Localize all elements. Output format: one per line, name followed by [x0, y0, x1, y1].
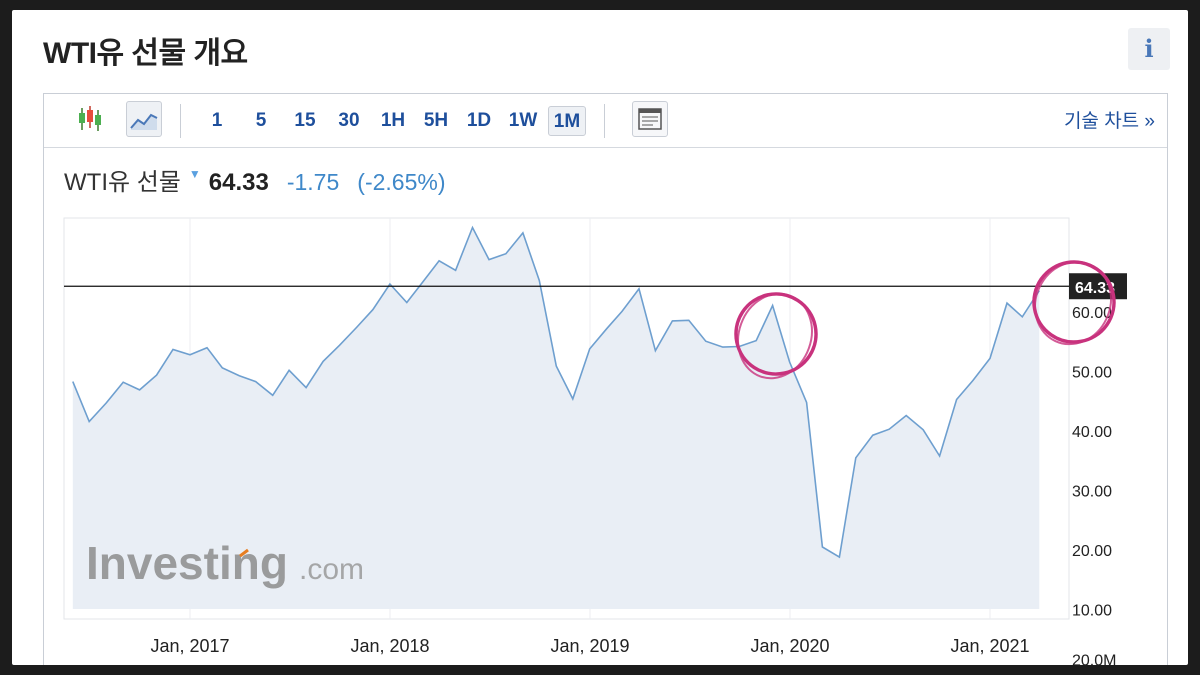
investing-watermark: Investing	[86, 537, 288, 589]
price-chart[interactable]: Investing .com64.3360.0050.0040.0030.0020…	[44, 94, 1169, 665]
y-tick-label: 10.00	[1072, 603, 1112, 620]
x-tick-label: Jan, 2018	[350, 636, 429, 656]
x-tick-label: Jan, 2019	[550, 636, 629, 656]
x-tick-label: Jan, 2017	[150, 636, 229, 656]
y-tick-label: 50.00	[1072, 365, 1112, 382]
y-tick-label: 30.00	[1072, 484, 1112, 501]
y-tick-label: 20.00	[1072, 543, 1112, 560]
investing-watermark-suffix: .com	[299, 553, 364, 586]
app-frame: WTI유 선물 개요 i 1 5 15 30 1H 5H 1D 1W 1M 기술…	[12, 10, 1188, 665]
chart-widget: 1 5 15 30 1H 5H 1D 1W 1M 기술 차트 » WTI유 선물…	[43, 93, 1168, 665]
x-tick-label: Jan, 2021	[950, 636, 1029, 656]
info-button[interactable]: i	[1128, 28, 1170, 70]
y-tick-label: 20.0M	[1072, 653, 1116, 666]
y-tick-label: 40.00	[1072, 424, 1112, 441]
x-tick-label: Jan, 2020	[750, 636, 829, 656]
page-title: WTI유 선물 개요	[43, 37, 248, 70]
